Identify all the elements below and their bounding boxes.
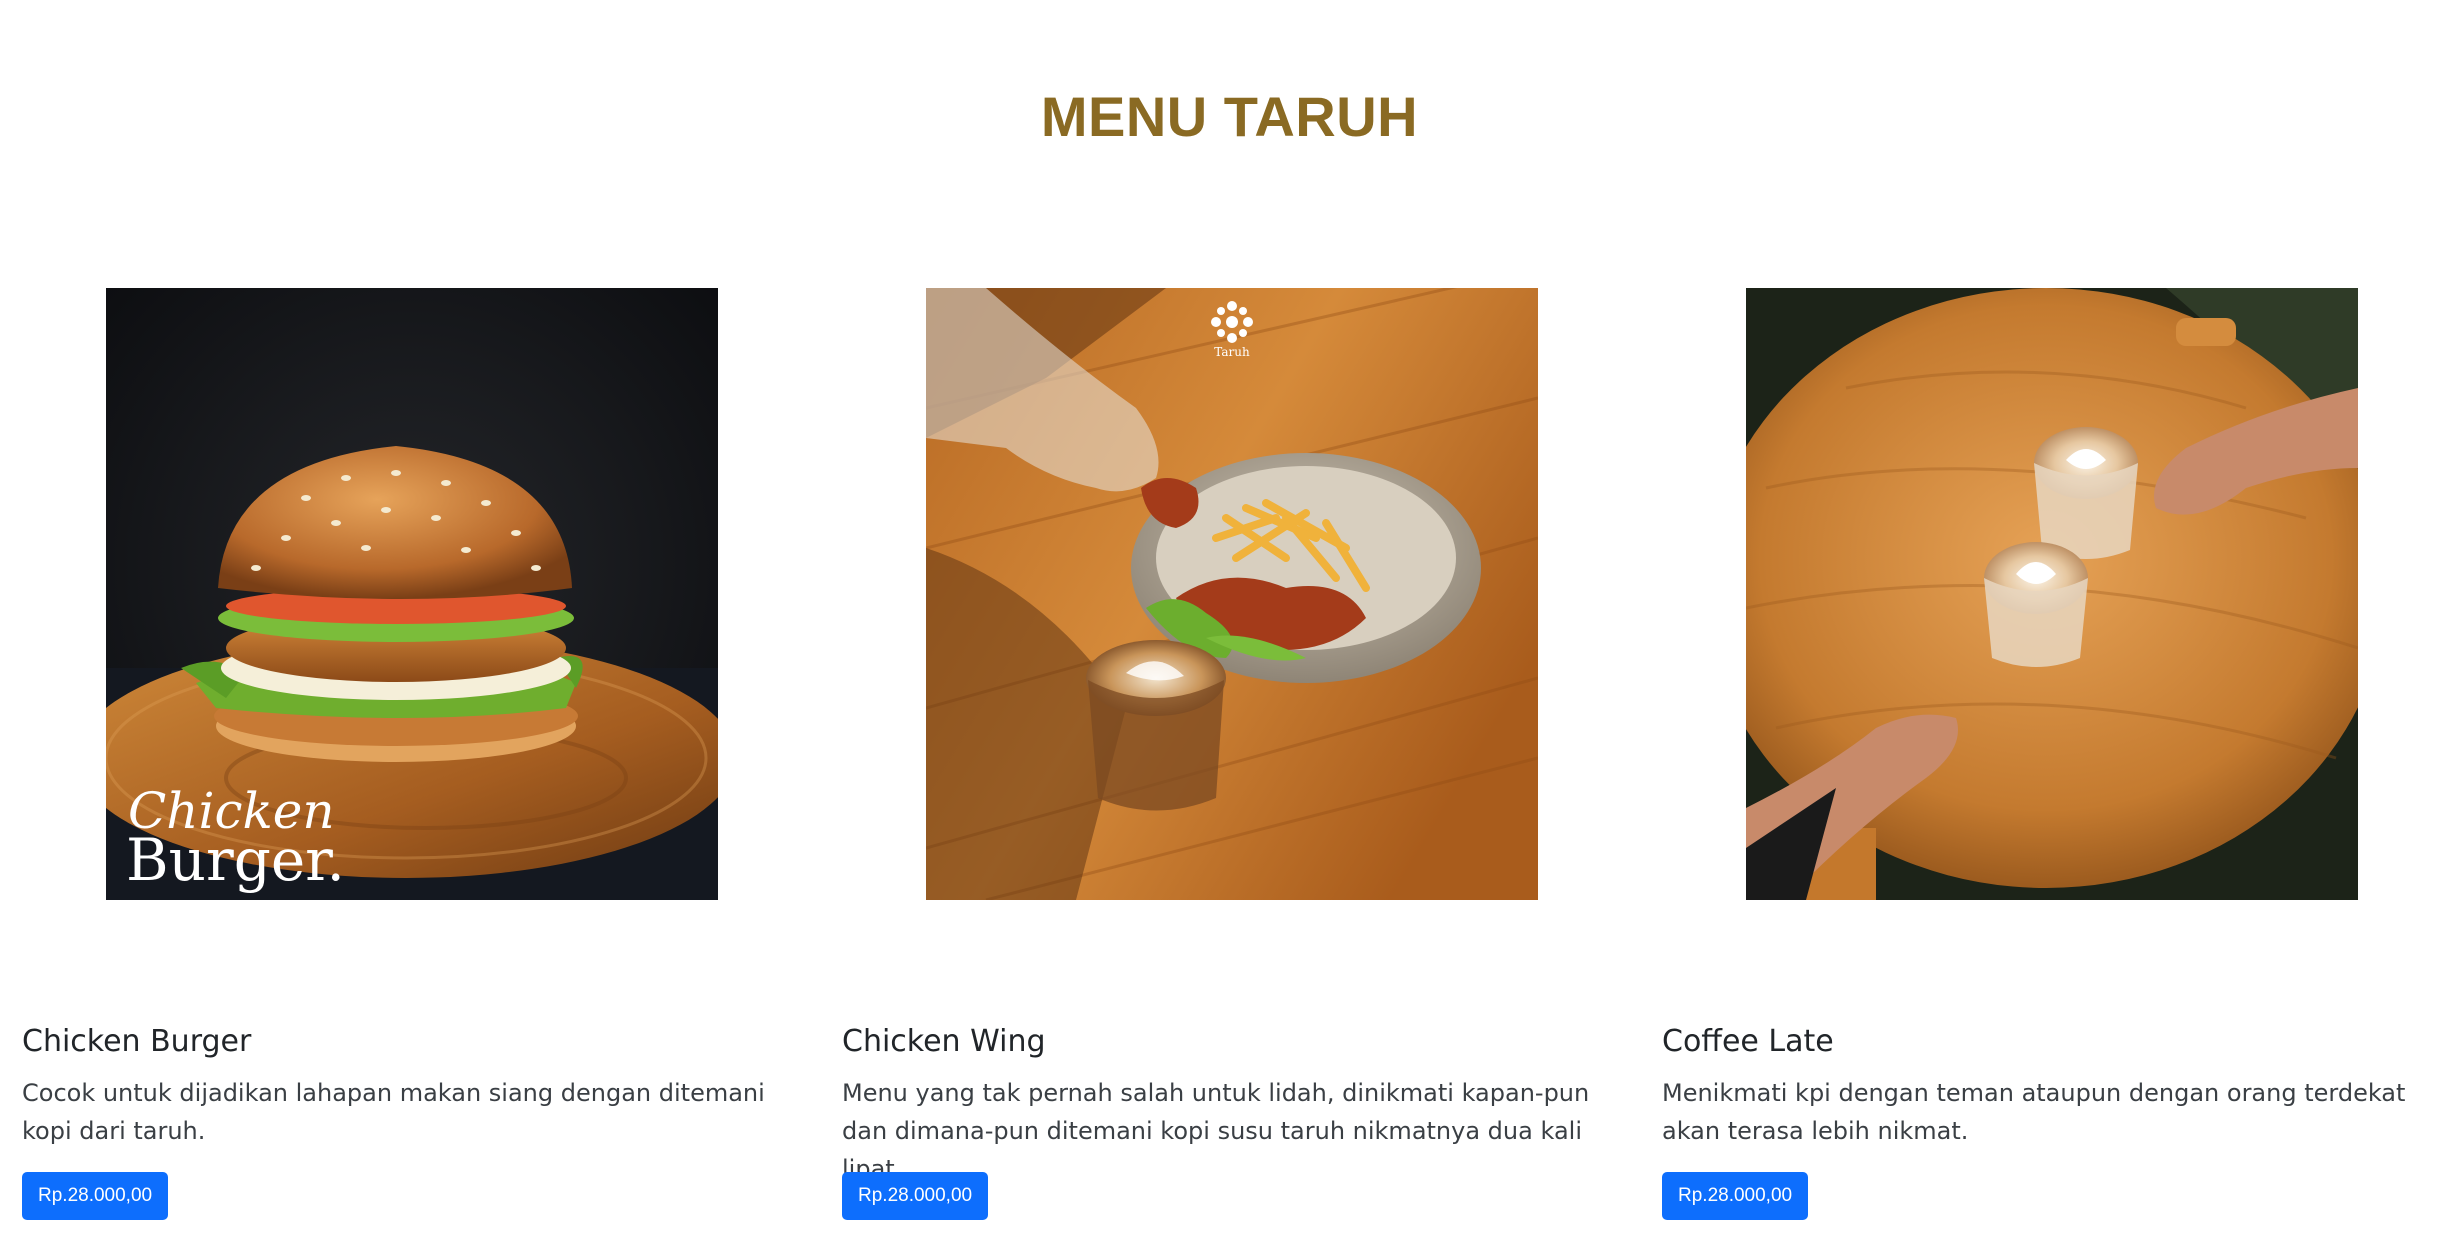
menu-item-description: Menu yang tak pernah salah untuk lidah, … bbox=[842, 1079, 1590, 1183]
menu-item-description: Cocok untuk dijadikan lahapan makan sian… bbox=[22, 1079, 765, 1145]
menu-item-name: Chicken Burger bbox=[22, 1024, 252, 1059]
menu-item-name: Chicken Wing bbox=[842, 1024, 1046, 1059]
chicken-wing-image: Taruh bbox=[926, 288, 1538, 900]
coffee-late-image bbox=[1746, 288, 2358, 900]
menu-item-description: Menikmati kpi dengan teman ataupun denga… bbox=[1662, 1079, 2406, 1145]
menu-item-name: Coffee Late bbox=[1662, 1024, 1834, 1059]
menu-card-coffee-late: Coffee Late Menikmati kpi dengan teman a… bbox=[1662, 288, 2452, 1248]
image-overlay-text-line2: Burger. bbox=[126, 826, 345, 894]
menu-card-chicken-wing: Taruh Chicken Wing Menu yang tak pernah … bbox=[842, 288, 1632, 1248]
price-button[interactable]: Rp.28.000,00 bbox=[842, 1172, 989, 1220]
price-button[interactable]: Rp.28.000,00 bbox=[1662, 1172, 1809, 1220]
menu-card-chicken-burger: Chicken Burger. Chicken Burger Cocok unt… bbox=[22, 288, 812, 1248]
price-button[interactable]: Rp.28.000,00 bbox=[22, 1172, 169, 1220]
taruh-logo-text: Taruh bbox=[1214, 345, 1250, 359]
menu-list: Chicken Burger. Chicken Burger Cocok unt… bbox=[0, 0, 2459, 1250]
chicken-burger-image: Chicken Burger. bbox=[106, 288, 718, 900]
